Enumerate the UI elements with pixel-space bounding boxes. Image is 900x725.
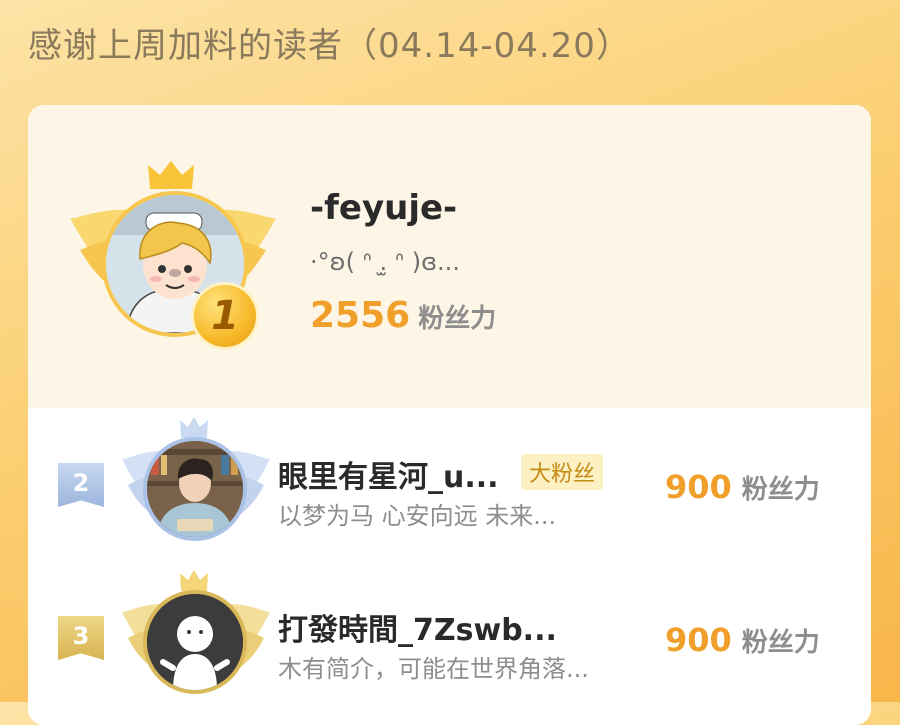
fan-score: 900 粉丝力 xyxy=(665,468,820,506)
reading-man-avatar-icon xyxy=(147,441,243,537)
rank-1-badge: 1 xyxy=(191,282,259,350)
fan-row-2[interactable]: 2 眼里有星河_u... 大粉丝 以梦为马 心安向远 未来... 900 粉丝力 xyxy=(28,408,871,558)
rank-2-flag: 2 xyxy=(58,463,104,507)
score-value: 900 xyxy=(665,621,732,659)
fan-name[interactable]: 眼里有星河_u... xyxy=(278,452,499,496)
fan-avatar[interactable] xyxy=(143,437,247,541)
gold-crown-icon xyxy=(148,161,194,189)
rank-3-flag: 3 xyxy=(58,616,104,660)
top-fan-score: 2556 粉丝力 xyxy=(310,295,496,336)
leaderboard-card: 1 -feyuje- ·°ʚ( ᐢ .̫ ᐢ )ɞ... 2556粉丝力 2 xyxy=(28,105,871,725)
default-ghost-avatar-icon xyxy=(147,594,243,690)
score-unit: 粉丝力 xyxy=(741,628,820,658)
fan-name[interactable]: 打發時間_7Zswb... xyxy=(278,605,557,649)
page-title: 感谢上周加料的读者（04.14-04.20） xyxy=(28,26,631,66)
score-value: 2556 xyxy=(310,295,411,336)
score-value: 900 xyxy=(665,468,732,506)
top-fan-name[interactable]: -feyuje- xyxy=(310,188,457,228)
fan-bio: 木有简介，可能在世界角落... xyxy=(278,655,589,683)
score-unit: 粉丝力 xyxy=(418,304,497,334)
top-fan-row[interactable]: 1 -feyuje- ·°ʚ( ᐢ .̫ ᐢ )ɞ... 2556 粉丝力 xyxy=(28,105,871,408)
top-fan-bio: ·°ʚ( ᐢ .̫ ᐢ )ɞ... xyxy=(310,248,460,276)
fan-row-3[interactable]: 3 打發時間_7Zswb... 木有简介，可能在世界角落... 900 粉丝力 xyxy=(28,561,871,711)
fan-bio: 以梦为马 心安向远 未来... xyxy=(278,502,557,530)
score-unit: 粉丝力 xyxy=(741,475,820,505)
big-fan-badge: 大粉丝 xyxy=(521,454,604,490)
fan-avatar[interactable] xyxy=(143,590,247,694)
fan-score: 900 粉丝力 xyxy=(665,621,820,659)
